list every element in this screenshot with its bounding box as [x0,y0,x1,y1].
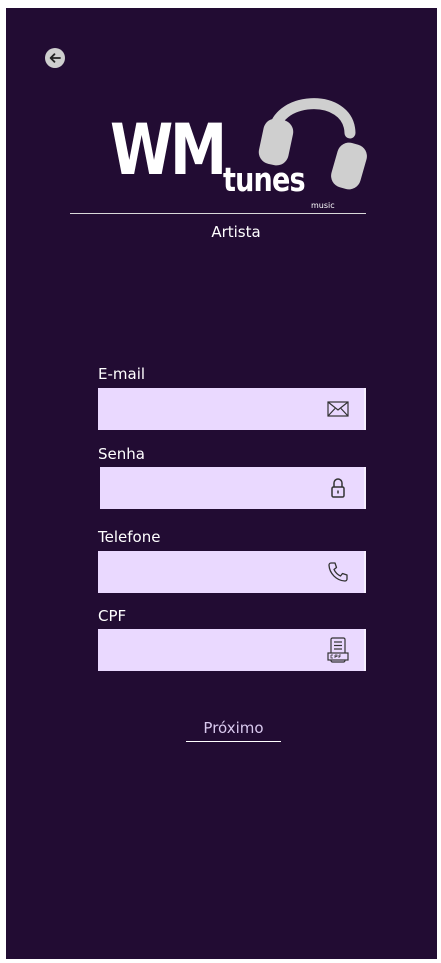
logo-underline [70,213,366,214]
lock-icon [326,476,350,500]
logo-tagline: music [311,201,335,210]
next-button[interactable]: Próximo [186,719,281,742]
signup-screen: WM tunes music Artista E-mail Senha Tele… [6,8,437,959]
phone-label: Telefone [98,528,161,546]
email-field[interactable] [98,388,366,430]
account-type-title: Artista [211,223,261,241]
arrow-left-icon [49,53,61,63]
password-label: Senha [98,445,145,463]
wmtunes-logo: WM tunes music [66,81,376,221]
cpf-field[interactable] [98,629,366,671]
cpf-input[interactable] [98,629,364,671]
phone-input[interactable] [98,551,364,593]
password-field[interactable] [100,467,366,509]
email-input[interactable] [98,388,364,430]
back-button[interactable] [45,48,65,68]
phone-field[interactable] [98,551,366,593]
cpf-label: CPF [98,607,127,625]
password-input[interactable] [100,467,364,509]
phone-icon [326,560,350,584]
cpf-document-icon [326,637,350,663]
logo-wordmark-tunes: tunes [223,160,306,199]
envelope-icon [326,397,350,421]
logo-wordmark-wm: WM [110,109,227,191]
email-label: E-mail [98,365,146,383]
